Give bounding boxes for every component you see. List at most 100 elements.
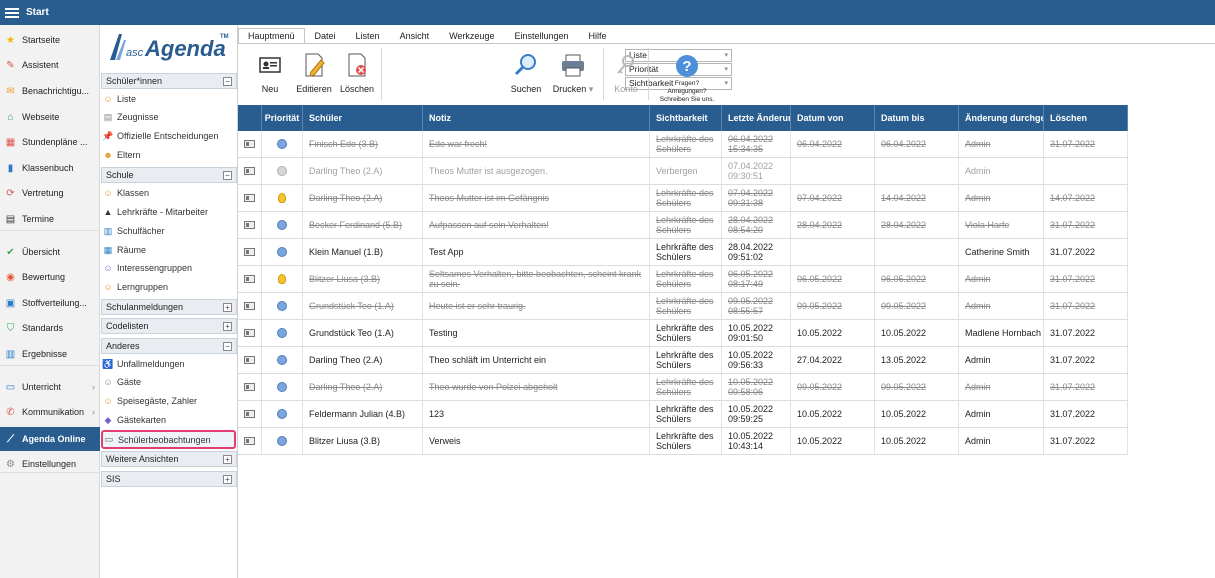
sidebar-item-12[interactable]: ☺ Speisegäste, Zahler — [102, 392, 236, 410]
sidebar-section-6[interactable]: SIS + — [101, 471, 237, 487]
sidebar-item-4[interactable]: ☺ Klassen — [102, 184, 236, 202]
student-card-icon[interactable] — [244, 167, 255, 175]
substitution-icon: ⟳ — [6, 187, 15, 199]
student-card-icon[interactable] — [244, 410, 255, 418]
info-disabled-icon — [277, 166, 287, 176]
nav-item-9[interactable]: ◉ Bewertung — [0, 266, 100, 288]
sidebar-section-2[interactable]: Schulanmeldungen + — [101, 299, 237, 315]
table-row[interactable]: Klein Manuel (1.B) Test App Lehrkräfte des… — [238, 239, 1128, 266]
print-button[interactable]: Drucken ▾ — [549, 46, 597, 104]
student-card-icon[interactable] — [244, 437, 255, 445]
account-button[interactable]: Konto — [610, 46, 642, 104]
sidebar-item-13[interactable]: ◆ Gästekarten — [102, 411, 236, 429]
nav-item-8[interactable]: ✔ Übersicht — [0, 241, 100, 263]
table-row[interactable]: Blitzer Liusa (3.B) Seltsames Verhalten, … — [238, 266, 1128, 293]
sidebar-item-2[interactable]: 📌 Offizielle Entscheidungen — [102, 127, 236, 145]
tab-6[interactable]: Hilfe — [579, 28, 617, 43]
student-card-icon[interactable] — [244, 221, 255, 229]
sidebar-section-1[interactable]: Schule − — [101, 167, 237, 183]
tab-3[interactable]: Ansicht — [390, 28, 440, 43]
column-header-0[interactable] — [238, 105, 262, 131]
sidebar-item-7[interactable]: ▦ Räume — [102, 241, 236, 259]
student-card-icon[interactable] — [244, 275, 255, 283]
tab-4[interactable]: Werkzeuge — [439, 28, 504, 43]
nav-item-6[interactable]: ⟳ Vertretung — [0, 182, 100, 204]
search-button[interactable]: Suchen — [508, 46, 544, 104]
sidebar-item-0[interactable]: ☺ Liste — [102, 90, 236, 108]
column-header-7[interactable]: Datum bis — [875, 105, 959, 131]
nav-item-1[interactable]: ✎ Assistent — [0, 54, 100, 76]
tab-0[interactable]: Hauptmenü — [238, 28, 305, 43]
nav-item-11[interactable]: ⛉ Standards — [0, 317, 100, 339]
nav-item-0[interactable]: ★ Startseite — [0, 29, 100, 51]
nav-item-12[interactable]: ▥ Ergebnisse — [0, 343, 100, 365]
student-card-icon[interactable] — [244, 329, 255, 337]
tab-2[interactable]: Listen — [346, 28, 390, 43]
student-card-icon[interactable] — [244, 356, 255, 364]
column-header-3[interactable]: Notiz — [423, 105, 650, 131]
nav-item-4[interactable]: ▦ Stundenpläne ... — [0, 131, 100, 153]
column-header-8[interactable]: Änderung durchgeführt — [959, 105, 1044, 131]
table-row[interactable]: Finisch Edo (3.B) Edo war frech! Lehrkräft… — [238, 131, 1128, 158]
sidebar-item-11[interactable]: ☺ Gäste — [102, 373, 236, 391]
table-row[interactable]: Darling Theo (2.A) Theos Mutter ist ausge… — [238, 158, 1128, 185]
nav-item-3[interactable]: ⌂ Webseite — [0, 106, 100, 128]
sidebar-section-4[interactable]: Anderes − — [101, 338, 237, 354]
sidebar-section-0[interactable]: Schüler*innen − — [101, 73, 237, 89]
column-header-9[interactable]: Löschen — [1044, 105, 1128, 131]
table-row[interactable]: Darling Theo (2.A) Theo wurde von Polzei … — [238, 374, 1128, 401]
changed-by-text: Admin — [965, 139, 991, 149]
column-header-1[interactable]: Priorität — [262, 105, 303, 131]
table-row[interactable]: Grundstück Teo (1.A) Testing Lehrkräfte de… — [238, 320, 1128, 347]
sidebar-item-1[interactable]: ▤ Zeugnisse — [102, 108, 236, 126]
sidebar-item-3[interactable]: ☻ Eltern — [102, 146, 236, 164]
nav-item-15[interactable]: ⟋ Agenda Online — [0, 427, 100, 451]
tab-1[interactable]: Datei — [305, 28, 346, 43]
expand-icon[interactable]: + — [223, 322, 232, 331]
nav-item-13[interactable]: ▭ Unterricht › — [0, 376, 100, 398]
table-row[interactable]: Grundstück Teo (1.A) Heute ist er sehr tr… — [238, 293, 1128, 320]
nav-item-2[interactable]: ✉ Benachrichtigu... — [0, 80, 100, 102]
sidebar-item-6[interactable]: ▥ Schulfächer — [102, 222, 236, 240]
nav-item-14[interactable]: ✆ Kommunikation › — [0, 401, 100, 423]
edit-button[interactable]: Editieren — [294, 46, 334, 104]
expand-icon[interactable]: + — [223, 303, 232, 312]
table-row[interactable]: Becker Ferdinand (5.B) Aufpassen auf sein… — [238, 212, 1128, 239]
student-card-icon[interactable] — [244, 194, 255, 202]
nav-item-10[interactable]: ▣ Stoffverteilung... — [0, 292, 100, 314]
tab-5[interactable]: Einstellungen — [504, 28, 578, 43]
sidebar-item-8[interactable]: ☺ Interessengruppen — [102, 259, 236, 277]
expand-icon[interactable]: + — [223, 475, 232, 484]
student-card-icon[interactable] — [244, 140, 255, 148]
sidebar-item-14[interactable]: ▭ Schülerbeobachtungen — [101, 430, 236, 449]
sidebar-item-10[interactable]: ♿ Unfallmeldungen — [102, 355, 236, 373]
feedback-button[interactable]: ? Fragen? Anregungen? Schreiben Sie uns. — [656, 46, 718, 104]
hamburger-menu-icon[interactable] — [5, 7, 19, 18]
collapse-icon[interactable]: − — [223, 342, 232, 351]
date-to-cell: 09.05.2022 — [875, 374, 959, 400]
sidebar-item-9[interactable]: ☺ Lerngruppen — [102, 278, 236, 296]
collapse-icon[interactable]: − — [223, 77, 232, 86]
nav-item-7[interactable]: ▤ Termine — [0, 208, 100, 230]
bar-chart-icon: ▥ — [5, 348, 16, 360]
column-header-6[interactable]: Datum von — [791, 105, 875, 131]
student-card-icon[interactable] — [244, 302, 255, 310]
student-card-icon[interactable] — [244, 383, 255, 391]
delete-button[interactable]: Löschen — [338, 46, 376, 104]
sidebar-section-5[interactable]: Weitere Ansichten + — [101, 451, 237, 467]
table-row[interactable]: Darling Theo (2.A) Theos Mutter ist im Ge… — [238, 185, 1128, 212]
column-header-2[interactable]: Schüler — [303, 105, 423, 131]
sidebar-section-3[interactable]: Codelisten + — [101, 318, 237, 334]
column-header-4[interactable]: Sichtbarkeit — [650, 105, 722, 131]
table-row[interactable]: Blitzer Liusa (3.B) Verweis Lehrkräfte des… — [238, 428, 1128, 455]
expand-icon[interactable]: + — [223, 455, 232, 464]
new-button[interactable]: Neu — [252, 46, 288, 104]
collapse-icon[interactable]: − — [223, 171, 232, 180]
column-header-5[interactable]: Letzte Änderung — [722, 105, 791, 131]
student-card-icon[interactable] — [244, 248, 255, 256]
sidebar-item-5[interactable]: ▲ Lehrkräfte - Mitarbeiter — [102, 203, 236, 221]
last-changed-cell: 10.05.2022 09:59:25 — [722, 401, 791, 427]
nav-item-5[interactable]: ▮ Klassenbuch — [0, 157, 100, 179]
table-row[interactable]: Darling Theo (2.A) Theo schläft im Unterr… — [238, 347, 1128, 374]
table-row[interactable]: Feldermann Julian (4.B) 123 Lehrkräfte des… — [238, 401, 1128, 428]
